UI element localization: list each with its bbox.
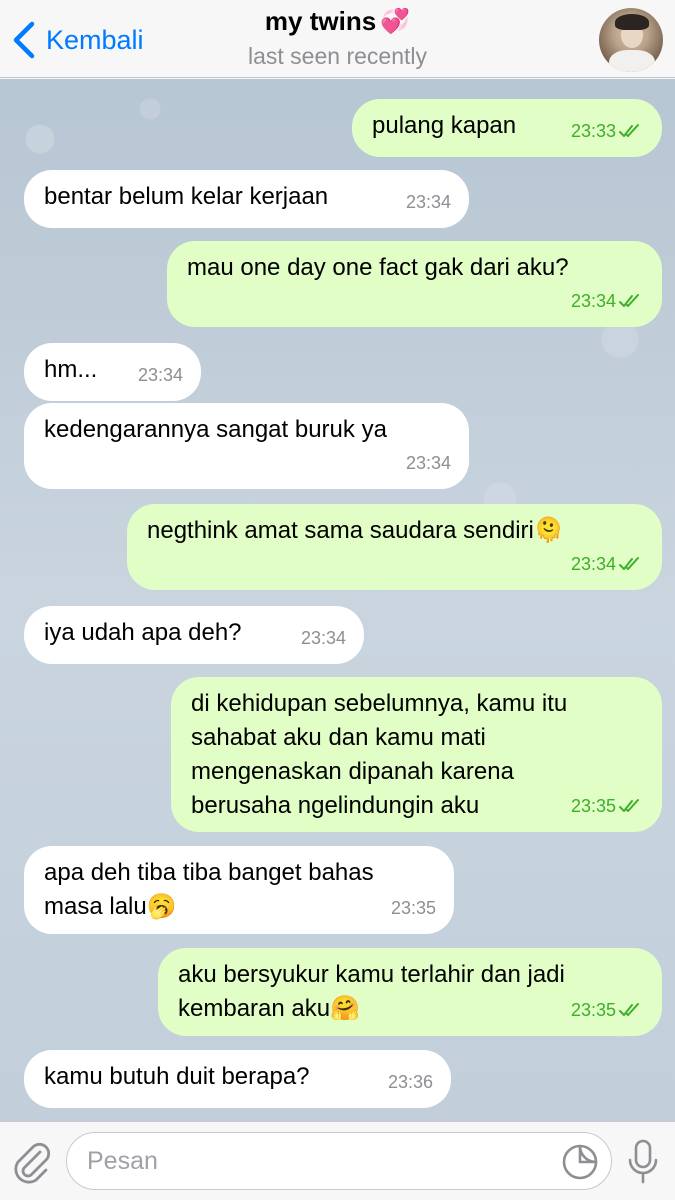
message-bubble[interactable]: kamu butuh duit berapa? 23:36 (24, 1050, 451, 1108)
message-meta: 23:33 (571, 114, 644, 148)
chat-header: Kembali my twins 💞 last seen recently (0, 0, 675, 78)
message-time: 23:35 (570, 796, 616, 816)
message-time: 23:34 (405, 453, 451, 473)
message-time: 23:34 (570, 291, 616, 311)
message-meta: 23:34 (138, 358, 183, 392)
microphone-icon[interactable] (626, 1138, 660, 1186)
message-time: 23:34 (300, 628, 346, 648)
message-bubble[interactable]: pulang kapan 23:33 (352, 99, 662, 157)
message-bubble[interactable]: mau one day one fact gak dari aku? 23:34 (167, 241, 662, 327)
message-time: 23:36 (387, 1072, 433, 1092)
message-meta: 23:34 (406, 185, 451, 219)
message-text: mau one day one fact gak dari aku? (187, 254, 569, 281)
message-composer (0, 1121, 675, 1200)
double-check-icon (618, 293, 644, 309)
sticker-icon[interactable] (561, 1143, 599, 1181)
message-time: 23:35 (390, 898, 436, 918)
message-time: 23:33 (570, 121, 616, 141)
message-time: 23:35 (570, 1000, 616, 1020)
message-text: kedengarannya sangat buruk ya (44, 416, 387, 443)
message-meta: 23:35 (571, 993, 644, 1027)
message-list[interactable]: pulang kapan 23:33 bentar belum kelar ker… (0, 79, 675, 1121)
message-time: 23:34 (137, 365, 183, 385)
message-text: negthink amat sama saudara sendiri🫠 (147, 517, 564, 544)
paperclip-icon[interactable] (10, 1140, 54, 1184)
chat-title-text: my twins (264, 6, 377, 36)
message-input-field[interactable] (66, 1132, 612, 1190)
hearts-emoji: 💞 (380, 8, 411, 35)
message-bubble[interactable]: hm... 23:34 (24, 343, 201, 401)
emoji: 🫠 (533, 517, 564, 544)
message-bubble[interactable]: apa deh tiba tiba banget bahas masa lalu… (24, 846, 454, 934)
message-text: bentar belum kelar kerjaan (44, 183, 329, 210)
message-bubble[interactable]: kedengarannya sangat buruk ya 23:34 (24, 403, 469, 489)
double-check-icon (618, 1002, 644, 1018)
message-bubble[interactable]: negthink amat sama saudara sendiri🫠 23:34 (127, 504, 662, 590)
message-meta: 23:34 (571, 547, 644, 581)
emoji: 🥱 (146, 893, 177, 920)
message-meta: 23:35 (391, 891, 436, 925)
last-seen-status: last seen recently (248, 43, 427, 69)
message-text: iya udah apa deh? (44, 619, 242, 646)
message-bubble[interactable]: bentar belum kelar kerjaan 23:34 (24, 170, 469, 228)
double-check-icon (618, 798, 644, 814)
message-text: kamu butuh duit berapa? (44, 1063, 310, 1090)
message-meta: 23:34 (301, 621, 346, 655)
double-check-icon (618, 123, 644, 139)
message-bubble[interactable]: di kehidupan sebelumnya, kamu itu sahaba… (171, 677, 662, 832)
message-time: 23:34 (570, 554, 616, 574)
message-meta: 23:35 (571, 789, 644, 823)
message-time: 23:34 (405, 192, 451, 212)
message-text: apa deh tiba tiba banget bahas masa lalu… (44, 859, 374, 920)
message-bubble[interactable]: iya udah apa deh? 23:34 (24, 606, 364, 664)
double-check-icon (618, 556, 644, 572)
message-meta: 23:34 (571, 284, 644, 318)
message-bubble[interactable]: aku bersyukur kamu terlahir dan jadi kem… (158, 948, 662, 1036)
emoji: 🤗 (330, 995, 360, 1022)
contact-avatar[interactable] (599, 8, 663, 72)
message-meta: 23:34 (406, 446, 451, 480)
chat-title: my twins 💞 (265, 6, 410, 37)
message-input[interactable] (87, 1141, 547, 1181)
message-meta: 23:36 (388, 1065, 433, 1099)
chat-title-area[interactable]: my twins 💞 last seen recently (0, 6, 675, 70)
